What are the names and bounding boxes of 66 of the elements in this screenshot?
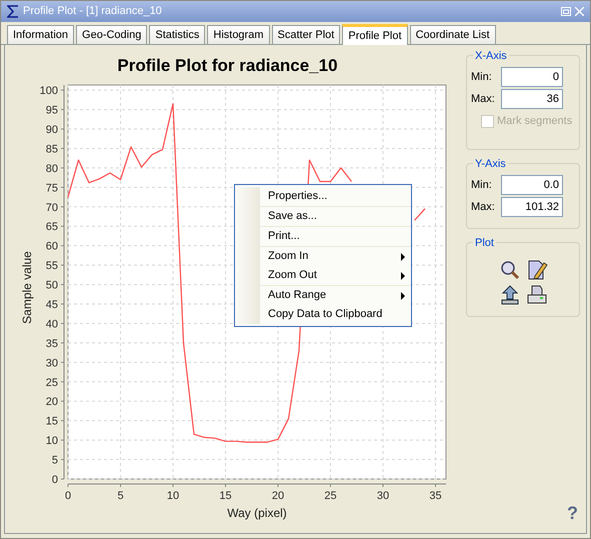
y-tick-label: 60 bbox=[46, 240, 58, 253]
number-field[interactable]: 36 bbox=[501, 89, 563, 109]
tab[interactable]: Geo-Coding bbox=[76, 25, 148, 44]
y-tick-label: 75 bbox=[46, 182, 58, 194]
x-tick-label: 0 bbox=[64, 490, 72, 502]
field-label: Max: bbox=[470, 200, 496, 215]
y-tick-label: 5 bbox=[52, 454, 58, 467]
y-tick-label: 25 bbox=[46, 376, 58, 389]
menu-item[interactable]: Copy Data to Clipboard bbox=[260, 305, 411, 324]
menu-item[interactable]: Save as... bbox=[260, 207, 411, 226]
y-tick-label: 35 bbox=[46, 338, 58, 350]
checkbox-label: Mark segments bbox=[497, 114, 572, 129]
y-axis-label: Sample value bbox=[20, 251, 34, 324]
y-tick-label: 30 bbox=[46, 357, 58, 370]
y-tick-label: 10 bbox=[46, 435, 58, 448]
menu-item[interactable]: Zoom Out bbox=[260, 266, 411, 285]
menu-item[interactable]: Zoom In bbox=[260, 247, 411, 266]
y-tick-label: 40 bbox=[46, 318, 58, 330]
x-axis-label: Way (pixel) bbox=[227, 506, 287, 520]
tab[interactable]: Profile Plot bbox=[342, 24, 408, 45]
x-tick-label: 30 bbox=[376, 490, 390, 502]
y-tick-label: 0 bbox=[52, 474, 58, 486]
chart-title: Profile Plot for radiance_10 bbox=[117, 56, 338, 75]
submenu-arrow-icon bbox=[401, 272, 405, 280]
tab[interactable]: Coordinate List bbox=[410, 25, 496, 44]
y-tick-label: 15 bbox=[46, 416, 58, 428]
x-tick-label: 20 bbox=[272, 490, 284, 502]
menu-item[interactable]: Auto Range bbox=[260, 286, 411, 305]
x-tick-label: 5 bbox=[117, 490, 124, 502]
help-button[interactable]: ? bbox=[567, 500, 578, 527]
y-tick-label: 55 bbox=[46, 260, 58, 272]
y-tick-label: 100 bbox=[40, 85, 58, 98]
y-tick-label: 50 bbox=[46, 280, 58, 292]
y-tick-label: 80 bbox=[46, 162, 58, 175]
menu-item[interactable]: Print... bbox=[260, 227, 411, 246]
close-icon[interactable] bbox=[575, 7, 584, 16]
tab[interactable]: Statistics bbox=[149, 25, 206, 44]
field-label: Min: bbox=[470, 178, 493, 193]
window-title: Profile Plot - [1] radiance_10 bbox=[23, 4, 163, 20]
submenu-arrow-icon bbox=[401, 252, 405, 260]
tab[interactable]: Scatter Plot bbox=[272, 25, 340, 44]
field-label: Max: bbox=[470, 92, 496, 107]
y-tick-label: 90 bbox=[46, 124, 58, 136]
tab[interactable]: Histogram bbox=[207, 25, 270, 44]
number-field[interactable]: 101.32 bbox=[501, 197, 563, 217]
field-label: Min: bbox=[470, 70, 493, 85]
number-field[interactable]: 0.0 bbox=[501, 175, 563, 195]
y-tick-label: 45 bbox=[46, 299, 58, 311]
x-tick-label: 15 bbox=[219, 490, 232, 502]
submenu-arrow-icon bbox=[401, 292, 405, 300]
printer-icon[interactable] bbox=[526, 285, 546, 305]
y-tick-label: 85 bbox=[46, 143, 58, 156]
x-tick-label: 35 bbox=[429, 490, 442, 502]
y-tick-label: 95 bbox=[46, 104, 58, 117]
sigma-icon bbox=[7, 5, 19, 18]
number-field[interactable]: 0 bbox=[501, 67, 563, 87]
y-tick-label: 20 bbox=[46, 396, 58, 408]
zoom-icon[interactable] bbox=[500, 260, 520, 280]
edit-pencil-icon[interactable] bbox=[526, 259, 548, 281]
upload-icon[interactable] bbox=[500, 285, 518, 305]
x-tick-label: 10 bbox=[166, 490, 180, 502]
x-tick-label: 25 bbox=[324, 490, 337, 502]
tab[interactable]: Information bbox=[7, 25, 74, 44]
y-tick-label: 65 bbox=[46, 221, 58, 234]
y-tick-label: 70 bbox=[46, 202, 58, 214]
menu-item[interactable]: Properties... bbox=[260, 187, 411, 206]
